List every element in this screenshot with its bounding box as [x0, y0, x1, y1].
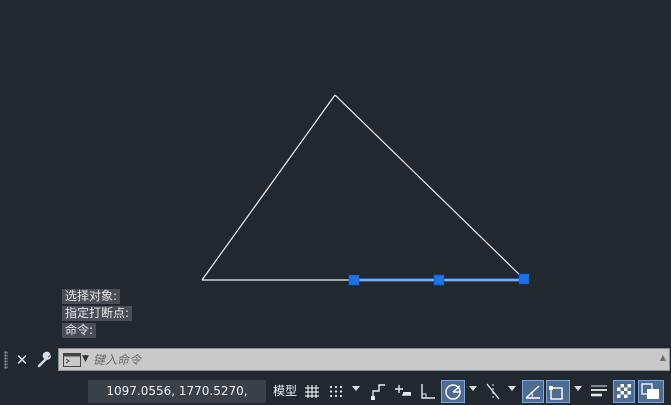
grip-icon[interactable] — [4, 351, 8, 369]
chevron-down-icon[interactable] — [508, 386, 516, 391]
history-line: 指定打断点: — [62, 305, 133, 322]
history-line: 选择对象: — [62, 288, 132, 305]
command-input-box[interactable]: ▼ ▲ — [58, 348, 670, 371]
coordinate-readout[interactable]: 1097.0556, 1770.5270, 0.0000 — [88, 380, 266, 403]
lineweight-icon[interactable] — [588, 380, 610, 403]
model-space-button[interactable]: 模型 — [270, 380, 300, 403]
infer-constraints-icon[interactable] — [368, 380, 390, 403]
command-history: 选择对象: 指定打断点: 命令: — [62, 288, 133, 339]
chevron-down-icon[interactable] — [574, 386, 582, 391]
grip-mid[interactable] — [433, 274, 445, 286]
chevron-down-icon[interactable] — [469, 386, 477, 391]
status-bar: 1097.0556, 1770.5270, 0.0000 模型 — [0, 378, 671, 405]
object-snap-tracking-icon[interactable] — [482, 380, 504, 403]
object-snap-icon[interactable] — [546, 380, 570, 403]
triangle-left-edge[interactable] — [201, 94, 336, 281]
chevron-down-icon[interactable]: ▼ — [82, 352, 89, 366]
triangle-right-edge[interactable] — [334, 94, 525, 280]
grip-end[interactable] — [518, 273, 530, 285]
command-line-bar: ✕ ▼ ▲ — [0, 346, 671, 374]
history-line: 命令: — [62, 322, 132, 339]
dynamic-input-icon[interactable] — [392, 380, 414, 403]
polar-tracking-icon[interactable] — [441, 380, 465, 403]
wrench-icon[interactable] — [35, 350, 55, 370]
isometric-icon[interactable] — [522, 380, 544, 403]
cad-window: 选择对象: 指定打断点: 命令: ✕ ▼ ▲ — [0, 0, 671, 405]
grid-icon[interactable] — [302, 380, 322, 403]
grip-start[interactable] — [348, 274, 360, 286]
snap-icon[interactable] — [326, 380, 346, 403]
chevron-down-icon[interactable] — [352, 386, 360, 391]
selection-cycling-icon[interactable] — [638, 380, 664, 403]
ortho-icon[interactable] — [417, 380, 439, 403]
close-icon[interactable]: ✕ — [13, 350, 31, 370]
command-prompt-icon[interactable] — [63, 352, 81, 367]
transparency-icon[interactable] — [613, 380, 635, 403]
command-input[interactable] — [93, 350, 653, 369]
chevron-up-icon[interactable]: ▲ — [660, 353, 666, 362]
